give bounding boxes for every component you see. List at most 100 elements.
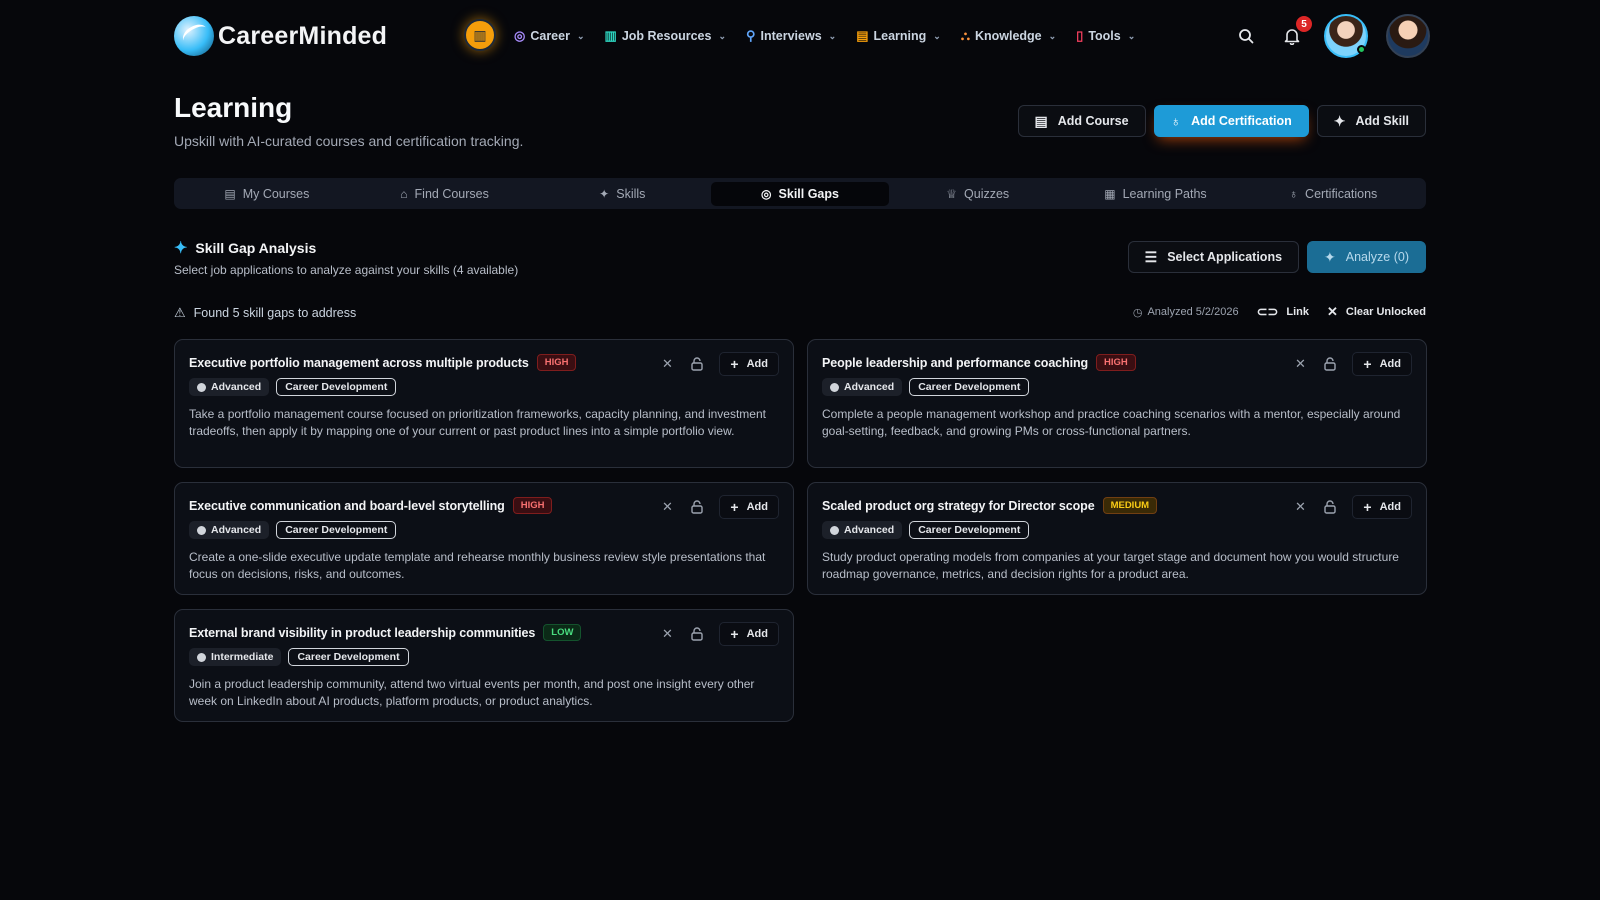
unlock-icon[interactable] xyxy=(689,626,705,642)
button-label: Add xyxy=(746,358,768,370)
dismiss-icon[interactable]: ✕ xyxy=(659,626,675,642)
book-icon: ▤ xyxy=(856,28,869,43)
unlock-icon[interactable] xyxy=(689,499,705,515)
tab-skills[interactable]: ✦ Skills xyxy=(533,182,711,206)
dismiss-icon[interactable]: ✕ xyxy=(1292,356,1308,372)
add-skill-gap-button[interactable]: + Add xyxy=(719,352,779,376)
network-icon: ⛬ xyxy=(960,28,970,43)
nav-item-job-resources[interactable]: ▥ Job Resources ⌄ xyxy=(605,28,726,44)
category-tag: Career Development xyxy=(276,521,397,539)
add-skill-button[interactable]: ✦ Add Skill xyxy=(1316,105,1426,137)
add-skill-gap-button[interactable]: + Add xyxy=(1352,495,1412,519)
unlock-icon[interactable] xyxy=(1322,356,1338,372)
map-icon[interactable]: ▥ xyxy=(464,19,496,51)
select-applications-button[interactable]: ☰ Select Applications xyxy=(1127,241,1300,273)
level-tag: Intermediate xyxy=(189,648,282,666)
add-skill-gap-button[interactable]: + Add xyxy=(1352,352,1412,376)
brain-icon: ◎ xyxy=(761,186,772,201)
nav-item-career[interactable]: ◎ Career ⌄ xyxy=(514,28,585,44)
nav-right: 5 xyxy=(1232,12,1430,60)
nav-item-label: Job Resources xyxy=(621,29,712,43)
button-label: Add Course xyxy=(1057,114,1129,128)
tab-skill-gaps[interactable]: ◎ Skill Gaps xyxy=(711,181,889,206)
nav-item-label: Knowledge xyxy=(974,29,1042,43)
unlock-icon[interactable] xyxy=(689,356,705,372)
category-tag: Career Development xyxy=(276,378,397,396)
nav-menu: ◎ Career ⌄ ▥ Job Resources ⌄ ⚲ Interview… xyxy=(514,12,1135,60)
button-label: Add xyxy=(1379,501,1401,513)
dismiss-icon[interactable]: ✕ xyxy=(659,499,675,515)
level-text: Intermediate xyxy=(211,651,274,663)
brand-logo[interactable]: CareerMinded xyxy=(174,16,387,56)
button-label: Select Applications xyxy=(1167,250,1283,264)
learning-tabs: ▤ My Courses ⌂ Find Courses ✦ Skills ◎ Skill… xyxy=(174,178,1426,209)
user-avatar[interactable] xyxy=(1324,14,1368,58)
notification-bell[interactable]: 5 xyxy=(1278,16,1312,50)
button-label: Add xyxy=(746,628,768,640)
tab-certifications[interactable]: ♁ Certifications xyxy=(1244,182,1422,206)
target-icon: ◎ xyxy=(514,28,526,43)
priority-badge: HIGH xyxy=(1096,354,1136,371)
sparkles-icon: ✦ xyxy=(599,186,610,201)
chevron-down-icon: ⌄ xyxy=(718,30,726,41)
plus-icon: + xyxy=(730,356,739,372)
priority-badge: MEDIUM xyxy=(1102,497,1158,514)
add-skill-gap-button[interactable]: + Add xyxy=(719,622,779,646)
add-skill-gap-button[interactable]: + Add xyxy=(719,495,779,519)
plus-icon: + xyxy=(730,626,739,642)
nav-item-label: Tools xyxy=(1088,29,1121,43)
skill-gap-card: External brand visibility in product lea… xyxy=(174,609,794,722)
tab-label: Quizzes xyxy=(964,186,1010,201)
skill-gap-title: People leadership and performance coachi… xyxy=(822,355,1089,370)
level-text: Advanced xyxy=(211,381,262,393)
level-icon xyxy=(830,525,839,535)
skill-gap-description: Create a one-slide executive update temp… xyxy=(189,550,766,581)
sparkles-icon: ✦ xyxy=(1324,248,1336,265)
tab-label: Certifications xyxy=(1305,186,1378,201)
sparkles-icon: ✦ xyxy=(174,240,188,257)
clear-unlocked-button[interactable]: ✕ Clear Unlocked xyxy=(1327,304,1426,320)
skill-gap-description: Study product operating models from comp… xyxy=(822,550,1399,581)
button-label: Clear Unlocked xyxy=(1345,306,1426,318)
nav-item-tools[interactable]: ▯ Tools ⌄ xyxy=(1076,28,1135,44)
dismiss-icon[interactable]: ✕ xyxy=(659,356,675,372)
add-course-button[interactable]: ▤ Add Course xyxy=(1017,105,1146,137)
gaps-found-text: Found 5 skill gaps to address xyxy=(193,306,357,320)
unlock-icon[interactable] xyxy=(1322,499,1338,515)
tab-find-courses[interactable]: ⌂ Find Courses xyxy=(356,182,534,206)
dismiss-icon[interactable]: ✕ xyxy=(1292,499,1308,515)
list-filter-icon: ☰ xyxy=(1144,248,1158,265)
brand-name: CareerMinded xyxy=(218,21,388,50)
warning-icon: ⚠ xyxy=(174,305,186,320)
profile-avatar[interactable] xyxy=(1386,14,1430,58)
level-tag: Advanced xyxy=(822,378,903,396)
plus-icon: + xyxy=(730,499,739,515)
nav-item-label: Interviews xyxy=(760,29,822,43)
link-icon: ⊂⊃ xyxy=(1256,304,1279,319)
nav-item-learning[interactable]: ▤ Learning ⌄ xyxy=(856,28,941,44)
add-certification-button[interactable]: ♁ Add Certification xyxy=(1153,105,1309,137)
nav-item-knowledge[interactable]: ⛬ Knowledge ⌄ xyxy=(961,28,1056,44)
button-label: Analyze (0) xyxy=(1345,250,1409,264)
level-tag: Advanced xyxy=(189,378,270,396)
tab-learning-paths[interactable]: ▦ Learning Paths xyxy=(1067,182,1245,206)
level-icon xyxy=(197,525,206,535)
tab-my-courses[interactable]: ▤ My Courses xyxy=(178,182,356,206)
analyze-button[interactable]: ✦ Analyze (0) xyxy=(1307,241,1426,273)
graduation-cap-icon: ⌂ xyxy=(400,186,408,201)
chevron-down-icon: ⌄ xyxy=(576,30,585,41)
nav-item-interviews[interactable]: ⚲ Interviews ⌄ xyxy=(746,28,836,44)
analyzed-date: ◷ Analyzed 5/2/2026 xyxy=(1133,306,1239,319)
priority-badge: LOW xyxy=(543,624,582,641)
gaps-found-status: ⚠ Found 5 skill gaps to address xyxy=(174,305,356,321)
section-title-text: Skill Gap Analysis xyxy=(195,240,317,256)
building-icon: ▥ xyxy=(604,28,617,43)
tab-label: Learning Paths xyxy=(1122,186,1207,201)
chevron-down-icon: ⌄ xyxy=(1127,30,1136,41)
tab-quizzes[interactable]: ♕ Quizzes xyxy=(889,182,1067,206)
search-icon[interactable] xyxy=(1232,22,1260,50)
tab-label: Skills xyxy=(616,186,646,201)
link-button[interactable]: ⊂⊃ Link xyxy=(1257,304,1309,320)
skill-gap-title: Scaled product org strategy for Director… xyxy=(822,498,1095,513)
skill-gap-title: Executive communication and board-level … xyxy=(189,498,505,513)
